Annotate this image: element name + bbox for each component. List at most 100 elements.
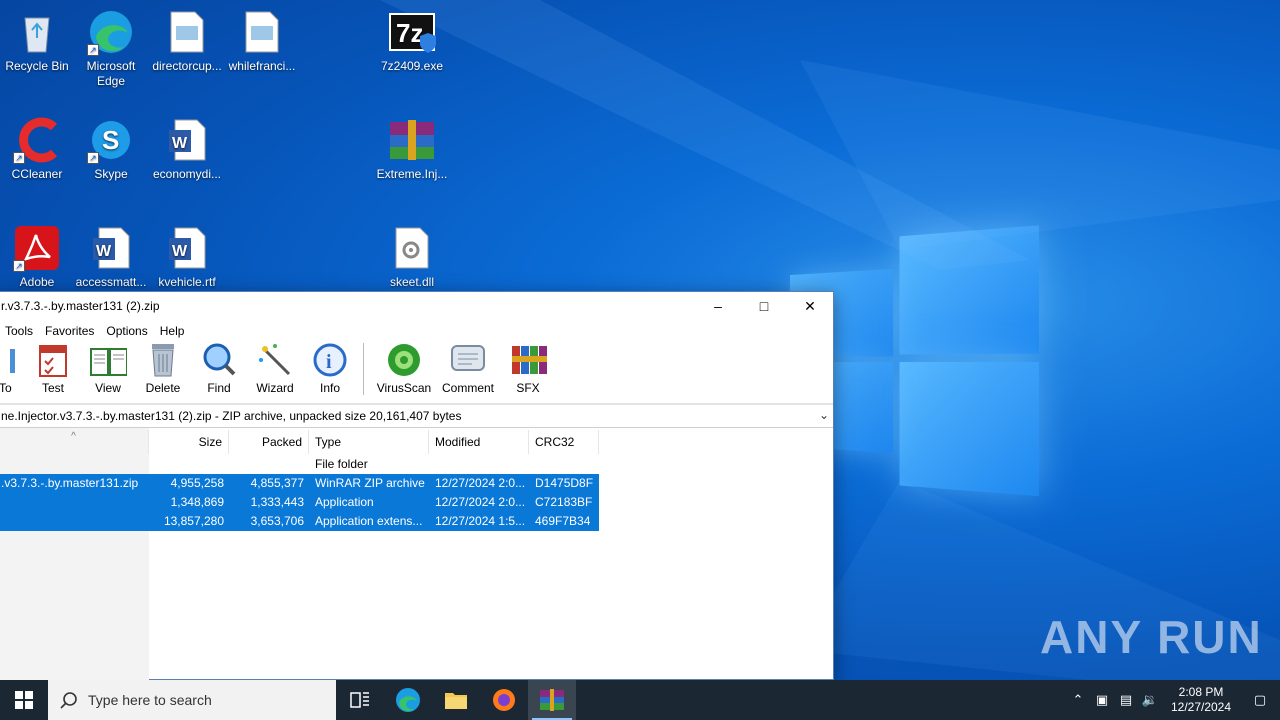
edge-icon [396,688,420,712]
table-row[interactable]: 13,857,280 3,653,706 Application extens.… [0,512,599,531]
winrar-window: r.v3.7.3.-.by.master131 (2).zip – □ ✕ To… [0,291,834,681]
chevron-down-icon[interactable]: ⌄ [819,408,829,422]
adobe-acrobat-icon: ↗ [13,224,61,272]
desktop-icon-skype[interactable]: S ↗ Skype [73,116,149,182]
menu-tools[interactable]: Tools [5,324,39,338]
delete-button[interactable]: Delete [135,341,191,395]
svg-text:i: i [326,351,332,373]
desktop-icon-directorcup[interactable]: directorcup... [149,8,225,74]
extract-to-icon [0,341,15,379]
info-button[interactable]: i Info [303,341,357,395]
column-size[interactable]: Size [149,430,229,454]
column-modified[interactable]: Modified [429,430,529,454]
taskbar-file-explorer[interactable] [432,680,480,720]
skype-icon: S ↗ [87,116,135,164]
word-doc-icon: W [87,224,135,272]
trash-icon [144,341,182,379]
desktop-icon-edge[interactable]: ↗ Microsoft Edge [73,8,149,89]
clock[interactable]: 2:08 PM 12/27/2024 [1162,685,1240,715]
menu-help[interactable]: Help [160,324,191,338]
table-row[interactable]: File folder [0,455,599,474]
dll-file-icon [388,224,436,272]
taskbar-search-box[interactable]: Type here to search [48,680,336,720]
column-type[interactable]: Type [309,430,429,454]
winrar-icon [540,689,564,711]
network-icon[interactable]: ▤ [1114,692,1138,708]
desktop-icon-economydi[interactable]: W economydi... [149,116,225,182]
taskbar-edge[interactable] [384,680,432,720]
anyrun-watermark: ANY RUN [1040,611,1263,663]
comment-icon [449,341,487,379]
word-doc-icon: W [163,224,211,272]
extract-to-button[interactable]: To [0,341,15,395]
view-button[interactable]: View [81,341,135,395]
system-tray: ⌃ ▣ ▤ 🔉 2:08 PM 12/27/2024 ▢ [1066,680,1280,720]
desktop-icon-whilefranci[interactable]: whilefranci... [224,8,300,74]
window-titlebar[interactable]: r.v3.7.3.-.by.master131 (2).zip – □ ✕ [0,292,833,320]
virusscan-button[interactable]: VirusScan [372,341,436,395]
svg-text:S: S [102,125,119,155]
desktop-icon-extreme-injector[interactable]: Extreme.Inj... [374,116,450,182]
toolbar-separator [363,343,364,395]
sort-arrow-icon[interactable]: ^ [0,430,149,454]
device-icon[interactable]: ▣ [1090,692,1114,708]
taskbar: Type here to search ⌃ ▣ ▤ 🔉 2:08 PM 12/2… [0,680,1280,720]
chevron-up-icon[interactable]: ⌃ [1066,692,1090,708]
find-button[interactable]: Find [191,341,247,395]
file-list: ^ Size Packed Type Modified CRC32 File f… [0,428,833,681]
volume-icon[interactable]: 🔉 [1138,692,1162,708]
image-file-icon [238,8,286,56]
virus-scan-icon [385,341,423,379]
desktop-icon-skeet-dll[interactable]: skeet.dll [374,224,450,290]
sfx-button[interactable]: SFX [500,341,556,395]
comment-button[interactable]: Comment [436,341,500,395]
menu-favorites[interactable]: Favorites [45,324,100,338]
test-button[interactable]: Test [25,341,81,395]
table-row[interactable]: 1,348,869 1,333,443 Application 12/27/20… [0,493,599,512]
recycle-bin-icon [13,8,61,56]
sfx-icon [509,341,547,379]
svg-text:W: W [172,243,188,260]
edge-icon: ↗ [87,8,135,56]
task-view-icon [350,692,369,708]
clock-time: 2:08 PM [1178,685,1224,699]
menu-options[interactable]: Options [106,324,153,338]
wand-icon [256,341,294,379]
column-packed[interactable]: Packed [229,430,309,454]
magnifier-icon [200,341,238,379]
taskbar-firefox[interactable] [480,680,528,720]
winrar-archive-icon [388,116,436,164]
desktop-icon-kvehicle[interactable]: W kvehicle.rtf [149,224,225,290]
windows-start-icon [15,691,33,709]
task-view-button[interactable] [336,680,384,720]
notification-icon[interactable]: ▢ [1240,692,1280,708]
test-icon [34,341,72,379]
desktop-icon-ccleaner[interactable]: ↗ CCleaner [0,116,75,182]
desktop-icon-recycle-bin[interactable]: Recycle Bin [0,8,75,74]
desktop-icon-7z2409[interactable]: 7z 7z2409.exe [374,8,450,74]
menu-bar: Tools Favorites Options Help [0,320,833,342]
column-crc32[interactable]: CRC32 [529,430,599,454]
image-file-icon [163,8,211,56]
table-row[interactable]: .v3.7.3.-.by.master131.zip 4,955,258 4,8… [0,474,599,493]
word-doc-icon: W [163,116,211,164]
clock-date: 12/27/2024 [1170,700,1232,714]
info-icon: i [311,341,349,379]
wizard-button[interactable]: Wizard [247,341,303,395]
firefox-icon [493,689,515,711]
desktop-icon-adobe[interactable]: ↗ Adobe [0,224,75,290]
minimize-button[interactable]: – [695,292,741,320]
folder-icon [445,693,467,709]
svg-text:7z: 7z [396,18,423,48]
svg-text:W: W [96,243,112,260]
taskbar-winrar[interactable] [528,680,576,720]
7zip-installer-icon: 7z [388,8,436,56]
search-placeholder: Type here to search [88,692,212,708]
desktop-icon-accessmatt[interactable]: W accessmatt... [73,224,149,290]
column-header-row: ^ Size Packed Type Modified CRC32 [0,430,599,454]
close-button[interactable]: ✕ [787,292,833,320]
start-button[interactable] [0,680,48,720]
maximize-button[interactable]: □ [741,292,787,320]
toolbar: To Test View Delete Find Wizard i Info V… [0,342,833,404]
archive-path-bar[interactable]: ne.Injector.v3.7.3.-.by.master131 (2).zi… [0,404,833,428]
